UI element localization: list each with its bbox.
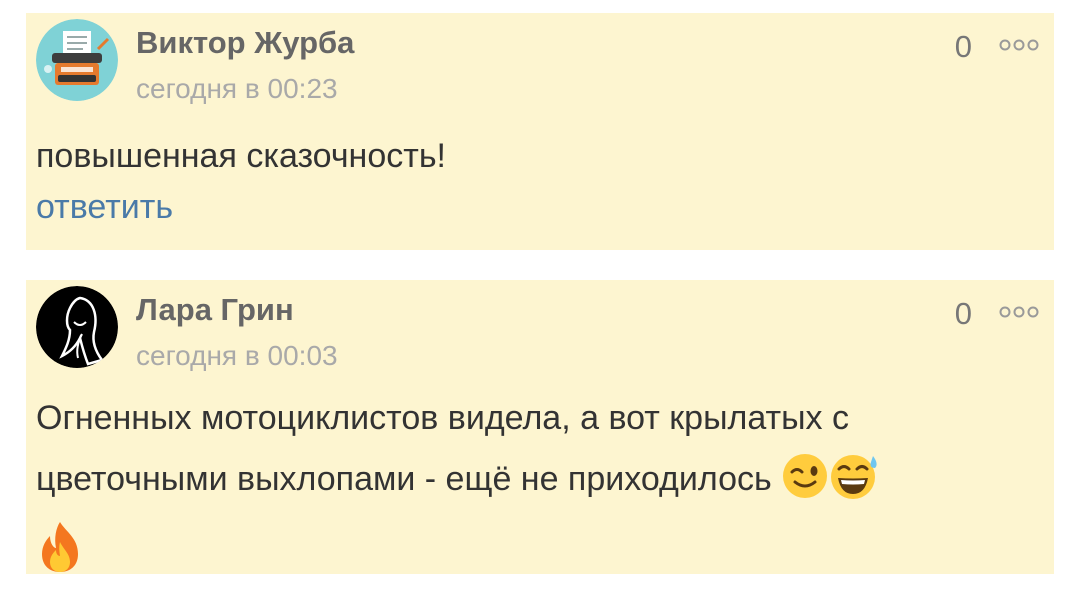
- wink-emoji: [781, 452, 829, 520]
- comment-rating: 0: [954, 296, 972, 331]
- silhouette-avatar[interactable]: [36, 286, 118, 368]
- reply-link[interactable]: ответить: [36, 188, 173, 227]
- comment-rating: 0: [954, 29, 972, 64]
- more-dots-icon[interactable]: [998, 304, 1040, 320]
- fire-emoji: [36, 520, 84, 594]
- comment-text: Огненных мотоциклистов видела, а вот кры…: [36, 388, 1040, 594]
- comment-author[interactable]: Виктор Журба: [136, 25, 354, 61]
- typewriter-avatar[interactable]: [36, 19, 118, 101]
- comment-timestamp: сегодня в 00:03: [136, 340, 338, 371]
- more-dots-icon[interactable]: [998, 37, 1040, 53]
- comment-text: повышенная сказочность!: [36, 137, 446, 175]
- comment-author[interactable]: Лара Грин: [136, 292, 294, 328]
- comment-text-content: Огненных мотоциклистов видела, а вот кры…: [36, 399, 849, 498]
- comment-card: Виктор Журба сегодня в 00:23 0 повышенна…: [26, 13, 1054, 250]
- sweat-grin-emoji: [829, 452, 881, 520]
- comment-timestamp: сегодня в 00:23: [136, 73, 338, 104]
- comment-card: Лара Грин сегодня в 00:03 0 Огненных мот…: [26, 280, 1054, 574]
